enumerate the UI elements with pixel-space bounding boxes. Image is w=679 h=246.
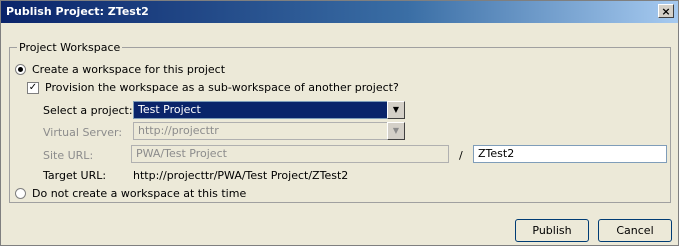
publish-project-dialog: Publish Project: ZTest2 × Project Worksp… [0,0,679,246]
provision-checkbox[interactable]: ✓ [27,81,39,94]
provision-option[interactable]: ✓ Provision the workspace as a sub-works… [27,81,399,94]
window-title: Publish Project: ZTest2 [6,5,149,18]
close-button[interactable]: × [658,4,674,18]
virtual-server-label: Virtual Server: [43,126,123,139]
create-workspace-option[interactable]: Create a workspace for this project [15,63,225,76]
site-url-separator: / [459,149,463,162]
virtual-server-value: http://projecttr [133,122,387,140]
provision-label: Provision the workspace as a sub-workspa… [45,81,399,94]
no-workspace-radio[interactable] [15,188,26,199]
select-project-label: Select a project: [43,104,133,117]
no-workspace-label: Do not create a workspace at this time [32,187,247,200]
site-url-input[interactable]: PWA/Test Project [131,145,449,163]
group-legend: Project Workspace [17,41,123,54]
select-project-value: Test Project [133,101,387,119]
virtual-server-dropdown[interactable]: http://projecttr ▼ [133,122,405,140]
site-url-suffix-input[interactable]: ZTest2 [473,145,667,163]
publish-button[interactable]: Publish [515,219,589,242]
target-url-value: http://projecttr/PWA/Test Project/ZTest2 [133,169,349,182]
close-icon: × [661,5,671,18]
no-workspace-option[interactable]: Do not create a workspace at this time [15,187,246,200]
select-project-dropdown[interactable]: Test Project ▼ [133,101,405,119]
chevron-down-icon[interactable]: ▼ [387,101,405,119]
chevron-down-icon[interactable]: ▼ [387,122,405,140]
site-url-label: Site URL: [43,149,94,162]
create-workspace-label: Create a workspace for this project [32,63,226,76]
create-workspace-radio[interactable] [15,64,26,75]
target-url-label: Target URL: [43,169,107,182]
title-bar: Publish Project: ZTest2 × [1,1,678,23]
cancel-button[interactable]: Cancel [598,219,672,242]
